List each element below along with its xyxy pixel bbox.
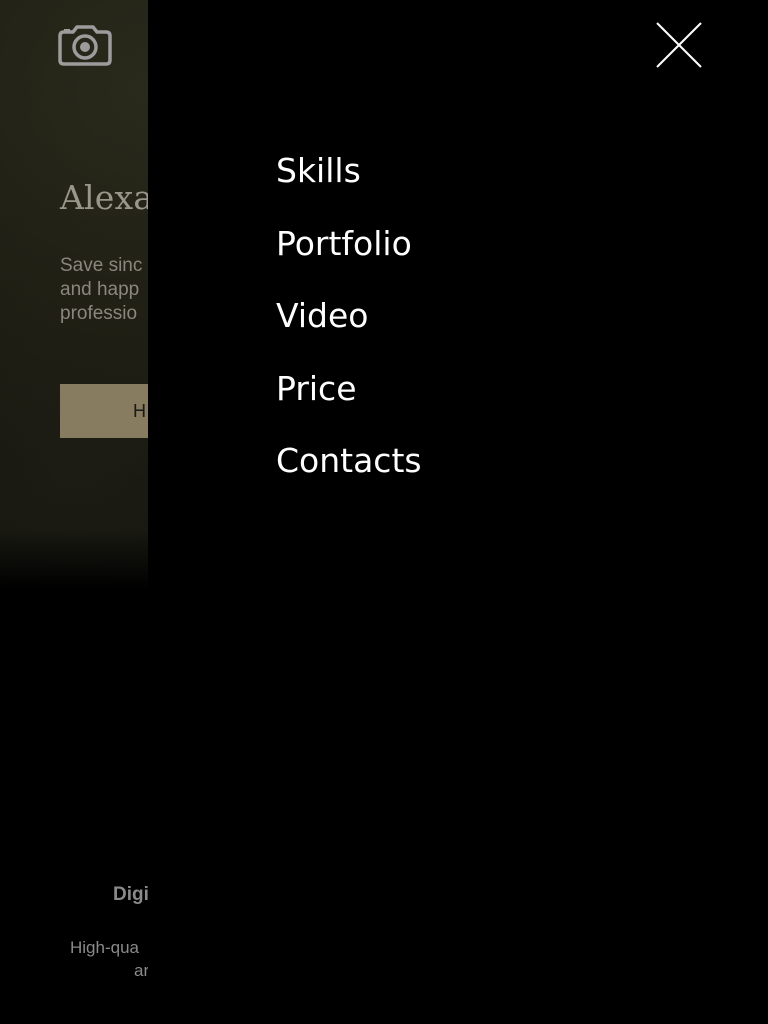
close-icon: [656, 22, 702, 68]
menu-list: Skills Portfolio Video Price Contacts: [276, 150, 422, 513]
close-menu-button[interactable]: [654, 20, 704, 70]
feature-text-line: ar: [134, 961, 150, 980]
camera-icon[interactable]: [58, 24, 112, 66]
feature-text-line: High-qua: [70, 938, 139, 957]
menu-item-portfolio[interactable]: Portfolio: [276, 223, 422, 296]
feature-title: Digi: [113, 884, 149, 905]
menu-item-video[interactable]: Video: [276, 295, 422, 368]
menu-item-skills[interactable]: Skills: [276, 150, 422, 223]
menu-item-contacts[interactable]: Contacts: [276, 440, 422, 513]
side-menu: Skills Portfolio Video Price Contacts: [148, 0, 768, 1024]
hero-title: Alexa: [60, 178, 154, 217]
feature-description: High-qua ar: [70, 936, 149, 982]
menu-item-price[interactable]: Price: [276, 368, 422, 441]
